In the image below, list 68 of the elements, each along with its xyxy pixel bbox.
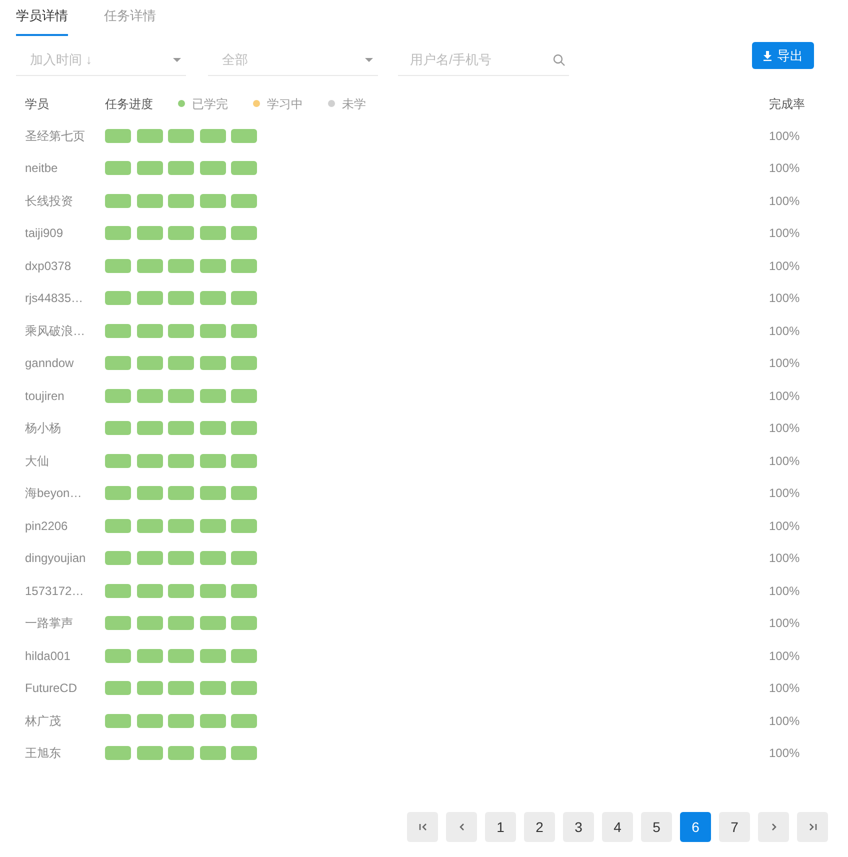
student-name: 1573172… bbox=[25, 582, 85, 600]
legend-label: 已学完 bbox=[192, 96, 228, 112]
student-name: 大仙 bbox=[25, 452, 50, 470]
sort-dropdown[interactable]: 加入时间 ↓ bbox=[16, 44, 186, 76]
completion-rate: 100% bbox=[769, 128, 801, 145]
page-button[interactable]: 7 bbox=[719, 812, 750, 842]
page-button[interactable]: 3 bbox=[563, 812, 594, 842]
completion-rate: 100% bbox=[769, 648, 801, 665]
completion-rate: 100% bbox=[769, 388, 801, 405]
completion-rate: 100% bbox=[769, 420, 801, 438]
previous-page-button[interactable] bbox=[446, 812, 477, 842]
completion-rate: 100% bbox=[769, 518, 801, 535]
completion-rate: 100% bbox=[769, 192, 801, 210]
first-page-icon bbox=[418, 822, 428, 832]
completion-rate: 100% bbox=[769, 160, 801, 178]
download-icon bbox=[763, 50, 772, 60]
student-name: ganndow bbox=[25, 355, 75, 372]
column-header: 完成率 bbox=[769, 96, 806, 112]
completion-rate: 100% bbox=[769, 290, 801, 308]
completion-rate: 100% bbox=[769, 485, 801, 502]
student-name: dingyoujian bbox=[25, 550, 87, 568]
student-name: 乘风破浪… bbox=[25, 322, 86, 340]
page-button[interactable]: 4 bbox=[602, 812, 633, 842]
student-name: 海beyon… bbox=[25, 485, 83, 502]
completion-rate: 100% bbox=[769, 452, 801, 470]
student-name: 林广茂 bbox=[25, 712, 62, 730]
student-name: neitbe bbox=[25, 160, 59, 178]
legend-label: 学习中 bbox=[267, 96, 303, 112]
completion-rate: 100% bbox=[769, 615, 801, 632]
completion-rate: 100% bbox=[769, 258, 801, 275]
search-icon bbox=[553, 54, 565, 66]
completion-rate: 100% bbox=[769, 712, 801, 730]
completion-rate: 100% bbox=[769, 582, 801, 600]
student-name: hilda001 bbox=[25, 648, 72, 665]
first-page-button[interactable] bbox=[407, 812, 438, 842]
completion-rate: 100% bbox=[769, 745, 801, 762]
student-name: 圣经第七页 bbox=[25, 128, 86, 145]
page-button[interactable]: 2 bbox=[524, 812, 555, 842]
student-name: dxp0378 bbox=[25, 258, 72, 275]
completion-rate: 100% bbox=[769, 550, 801, 568]
completion-rate: 100% bbox=[769, 322, 801, 340]
scope-dropdown[interactable]: 全部 bbox=[208, 44, 378, 76]
student-name: 一路掌声 bbox=[25, 615, 74, 632]
column-header: 学员 bbox=[25, 96, 50, 112]
caret-down-icon bbox=[365, 58, 373, 62]
student-name: FutureCD bbox=[25, 680, 78, 698]
search-field[interactable]: 用户名/手机号 bbox=[398, 44, 569, 76]
student-name: pin2206 bbox=[25, 518, 69, 535]
column-header: 任务进度 bbox=[105, 96, 153, 112]
page-button[interactable]: 5 bbox=[641, 812, 672, 842]
legend-label: 未学 bbox=[342, 96, 366, 112]
last-page-icon bbox=[808, 822, 818, 832]
next-page-button[interactable] bbox=[758, 812, 789, 842]
completion-rate: 100% bbox=[769, 355, 801, 372]
page-button[interactable]: 1 bbox=[485, 812, 516, 842]
student-name: 杨小杨 bbox=[25, 420, 62, 438]
completion-rate: 100% bbox=[769, 680, 801, 698]
student-name: 长线投资 bbox=[25, 192, 74, 210]
page-button[interactable]: 6 bbox=[680, 812, 711, 842]
tab[interactable]: 学员详情 bbox=[16, 6, 68, 36]
student-name: rjs44835… bbox=[25, 290, 84, 308]
student-name: taiji909 bbox=[25, 225, 64, 242]
export-button[interactable]: 导出 bbox=[752, 42, 814, 69]
student-name: toujiren bbox=[25, 388, 66, 405]
caret-down-icon bbox=[173, 58, 181, 62]
last-page-button[interactable] bbox=[797, 812, 828, 842]
completion-rate: 100% bbox=[769, 225, 801, 242]
student-name: 王旭东 bbox=[25, 745, 62, 762]
